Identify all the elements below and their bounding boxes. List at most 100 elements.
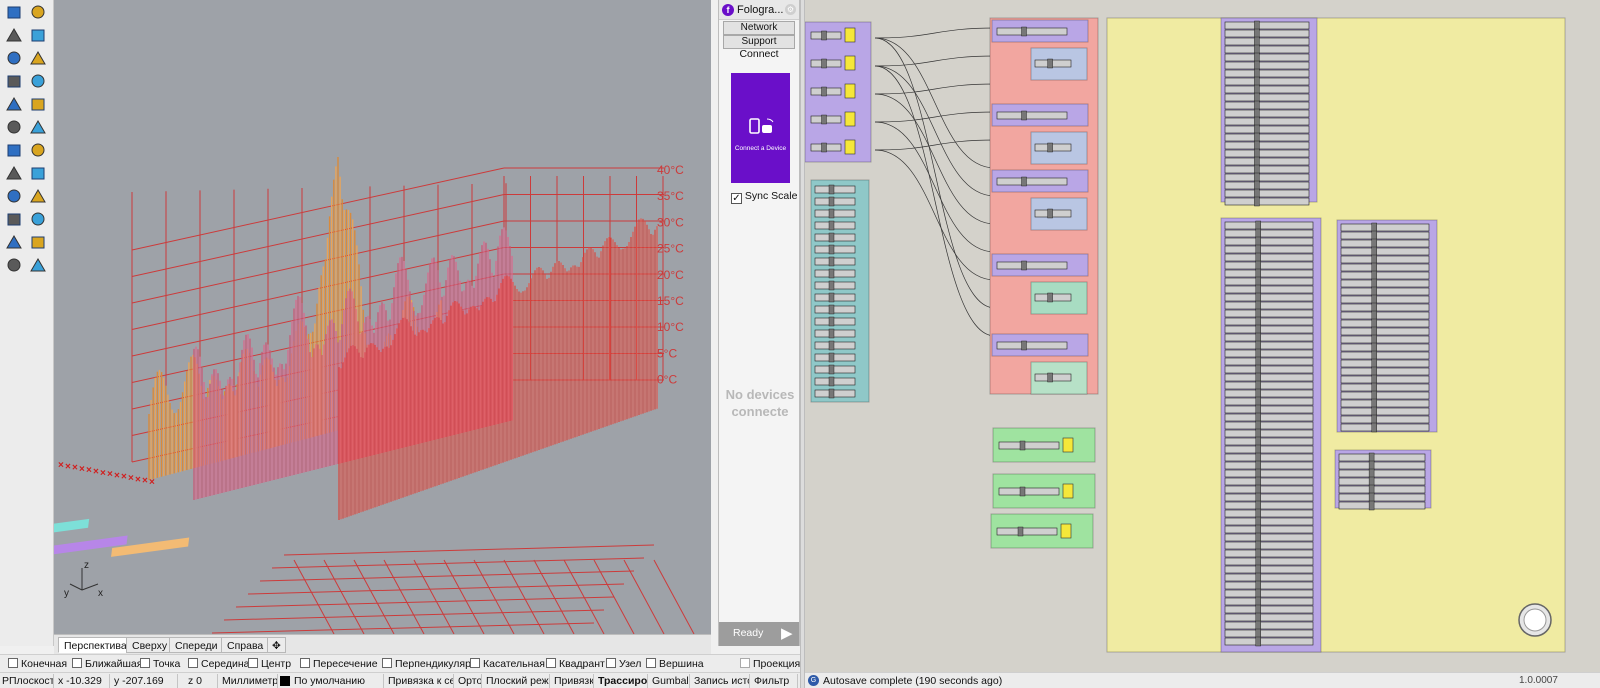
- gh-component[interactable]: [814, 208, 856, 219]
- render-icon[interactable]: [28, 255, 48, 275]
- gh-component[interactable]: [1224, 580, 1314, 591]
- gh-component[interactable]: [1224, 284, 1314, 295]
- gh-component[interactable]: [1034, 142, 1072, 153]
- split-icon[interactable]: [28, 48, 48, 68]
- tab-perspective[interactable]: Перспектива: [58, 637, 133, 653]
- history-toggle[interactable]: Запись истори: [692, 674, 750, 688]
- gh-component[interactable]: [1224, 52, 1310, 63]
- analyze-icon[interactable]: [4, 255, 24, 275]
- gh-component[interactable]: [1224, 140, 1310, 151]
- gh-component[interactable]: [814, 256, 856, 267]
- gh-component[interactable]: [1224, 396, 1314, 407]
- gh-component[interactable]: [1224, 476, 1314, 487]
- box-icon[interactable]: [4, 186, 24, 206]
- gh-component[interactable]: [1338, 468, 1426, 479]
- gh-component[interactable]: [814, 364, 856, 375]
- gh-component[interactable]: [1340, 286, 1430, 297]
- play-icon[interactable]: ▶: [781, 625, 793, 643]
- snap-9[interactable]: Узел: [606, 658, 641, 671]
- scale-icon[interactable]: [28, 140, 48, 160]
- gh-component[interactable]: [1224, 260, 1314, 271]
- snap-8[interactable]: Квадрант: [546, 658, 605, 671]
- fillet-icon[interactable]: [4, 117, 24, 137]
- gh-component[interactable]: [1224, 156, 1310, 167]
- settings-gear-icon[interactable]: ⚙: [785, 4, 796, 15]
- gh-component[interactable]: [1224, 292, 1314, 303]
- osnap-toggle[interactable]: Привязка: [552, 674, 594, 688]
- gh-component[interactable]: [814, 352, 856, 363]
- chamfer-icon[interactable]: [28, 117, 48, 137]
- gh-component[interactable]: [1224, 84, 1310, 95]
- gh-component[interactable]: [1340, 246, 1430, 257]
- perspective-viewport[interactable]: 40°C 35°C 30°C 25°C 20°C 15°C 10°C 5°C 0°C × × × × × ×…: [54, 0, 711, 634]
- snap-1[interactable]: Ближайшая: [72, 658, 142, 671]
- gh-component[interactable]: [814, 280, 856, 291]
- gh-component[interactable]: [1034, 292, 1072, 303]
- gh-component[interactable]: [1340, 222, 1430, 233]
- cylinder-icon[interactable]: [4, 25, 24, 45]
- gh-component[interactable]: [1224, 92, 1310, 103]
- gh-component[interactable]: [1340, 318, 1430, 329]
- ortho-toggle[interactable]: Орто: [456, 674, 482, 688]
- gh-component[interactable]: [1340, 374, 1430, 385]
- gh-component[interactable]: [1224, 132, 1310, 143]
- gh-component[interactable]: [1224, 108, 1310, 119]
- gh-component[interactable]: [1224, 548, 1314, 559]
- tab-right[interactable]: Справа: [221, 637, 270, 653]
- gh-component[interactable]: [1224, 76, 1310, 87]
- snap-7[interactable]: Касательная: [470, 658, 545, 671]
- snap-checkbox[interactable]: [546, 658, 556, 668]
- gh-component[interactable]: [1340, 262, 1430, 273]
- gh-component[interactable]: [814, 268, 856, 279]
- tab-front[interactable]: Спереди: [169, 637, 224, 653]
- gh-component[interactable]: [1340, 358, 1430, 369]
- canvas-navigation-icon[interactable]: [1518, 603, 1552, 637]
- snap-10[interactable]: Вершина: [646, 658, 704, 671]
- gh-component[interactable]: [1224, 340, 1314, 351]
- group-icon[interactable]: [28, 94, 48, 114]
- filter-toggle[interactable]: Фильтр: [752, 674, 798, 688]
- gh-component[interactable]: [1224, 220, 1314, 231]
- gh-component[interactable]: [1338, 452, 1426, 463]
- gh-component[interactable]: [1224, 636, 1314, 647]
- gh-component[interactable]: [1224, 628, 1314, 639]
- gh-component[interactable]: [1340, 342, 1430, 353]
- gh-component[interactable]: [814, 376, 856, 387]
- box-edit-icon[interactable]: [28, 25, 48, 45]
- gh-component[interactable]: [814, 340, 856, 351]
- gh-component[interactable]: [1224, 388, 1314, 399]
- gh-component[interactable]: [1224, 620, 1314, 631]
- layer-icon[interactable]: [4, 232, 24, 252]
- align-icon[interactable]: [28, 209, 48, 229]
- gh-component[interactable]: [814, 244, 856, 255]
- gh-component[interactable]: [1340, 310, 1430, 321]
- gh-component[interactable]: [1224, 316, 1314, 327]
- gh-component[interactable]: [1340, 422, 1430, 433]
- snap-checkbox[interactable]: [8, 658, 18, 668]
- gh-component[interactable]: [1340, 334, 1430, 345]
- gh-component[interactable]: [1224, 404, 1314, 415]
- gh-component[interactable]: [1224, 532, 1314, 543]
- explode-icon[interactable]: [4, 48, 24, 68]
- gh-component[interactable]: [1224, 508, 1314, 519]
- snap-checkbox[interactable]: [470, 658, 480, 668]
- status-layer[interactable]: По умолчанию: [292, 674, 384, 688]
- gh-component[interactable]: [1224, 324, 1314, 335]
- gh-component[interactable]: [1224, 172, 1310, 183]
- gh-component[interactable]: [1224, 68, 1310, 79]
- smarttrack-toggle[interactable]: Трассиров: [596, 674, 648, 688]
- gh-component[interactable]: [1340, 302, 1430, 313]
- snap-5[interactable]: Пересечение: [300, 658, 378, 671]
- gh-component[interactable]: [1338, 484, 1426, 495]
- gh-component[interactable]: [1224, 356, 1314, 367]
- gh-component[interactable]: [1224, 412, 1314, 423]
- boolean-icon[interactable]: [4, 94, 24, 114]
- gh-component[interactable]: [1224, 268, 1314, 279]
- gh-component[interactable]: [1340, 294, 1430, 305]
- gh-component[interactable]: [1340, 366, 1430, 377]
- gh-component[interactable]: [1224, 588, 1314, 599]
- gh-component[interactable]: [1224, 20, 1310, 31]
- gh-component[interactable]: [1224, 236, 1314, 247]
- gh-component[interactable]: [1224, 372, 1314, 383]
- gh-component[interactable]: [1224, 44, 1310, 55]
